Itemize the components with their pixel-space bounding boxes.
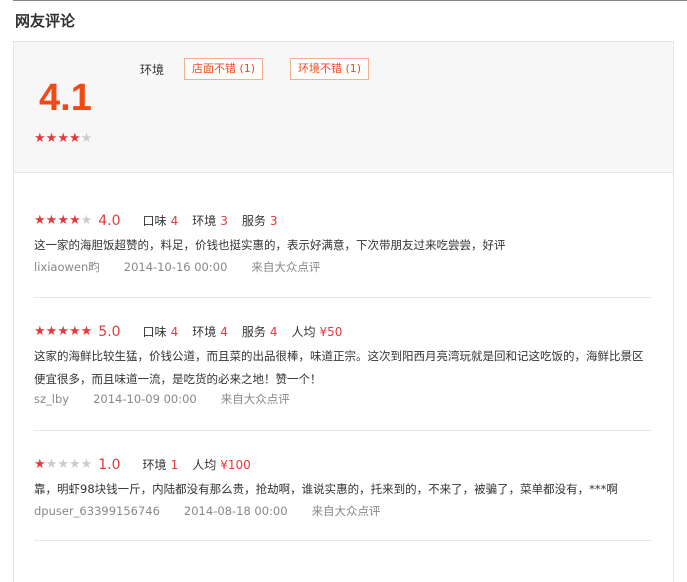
review-star-rating: ★★★★★ — [34, 325, 92, 338]
star-empty-icon: ★ — [45, 457, 58, 472]
review-user[interactable]: sz_lby — [34, 392, 69, 406]
dim-taste: 口味 4 — [142, 214, 179, 228]
star-empty-icon: ★ — [57, 457, 69, 472]
dim-per-person: 人均 ¥50 — [291, 325, 343, 339]
dim-service: 服务 3 — [241, 214, 278, 228]
dim-environment: 环境 3 — [192, 214, 228, 228]
review-source: 来自大众点评 — [220, 392, 290, 406]
review-date: 2014-08-18 00:00 — [183, 504, 288, 518]
review-source: 来自大众点评 — [311, 504, 381, 518]
reviews-panel: 4.1 ★★★★★ 环境 店面不错 (1) 环境不错 (1) ★★★★★ 4.0 口… — [13, 41, 674, 582]
star-filled-icon: ★ — [34, 324, 46, 339]
overall-score: 4.1 — [39, 77, 92, 119]
star-filled-icon: ★ — [68, 213, 81, 228]
review-source: 来自大众点评 — [251, 260, 321, 274]
review-score: 1.0 — [98, 456, 121, 473]
review-score: 5.0 — [98, 323, 121, 340]
star-empty-icon: ★ — [80, 131, 93, 146]
star-empty-icon: ★ — [80, 213, 93, 228]
rating-summary: 4.1 ★★★★★ 环境 店面不错 (1) 环境不错 (1) — [14, 42, 673, 173]
star-empty-icon: ★ — [80, 457, 93, 472]
tag-environment-good[interactable]: 环境不错 (1) — [290, 58, 370, 80]
star-filled-icon: ★ — [34, 213, 46, 228]
review-meta: lixiaowen畇 2014-10-16 00:00 来自大众点评 — [34, 259, 344, 275]
star-filled-icon: ★ — [45, 131, 58, 146]
star-filled-icon: ★ — [34, 457, 46, 472]
star-filled-icon: ★ — [45, 324, 58, 339]
review-date: 2014-10-09 00:00 — [93, 392, 197, 406]
review-divider — [34, 430, 652, 431]
star-filled-icon: ★ — [80, 324, 93, 339]
tag-category-label: 环境 — [140, 63, 165, 77]
review-user[interactable]: dpuser_63399156746 — [34, 504, 160, 518]
dim-service: 服务 4 — [241, 325, 278, 339]
review-text: 靠，明虾98块钱一斤，内陆都没有那么贵，抢劫啊，谁说实惠的，托来到的，不来了，被… — [34, 482, 618, 496]
review-star-rating: ★★★★★ — [34, 214, 92, 227]
review-text: 这家的海鲜比较生猛，价钱公道，而且菜的出品很棒，味道正宗。这次到阳西月亮湾玩就是… — [34, 349, 644, 386]
top-divider — [13, 0, 687, 1]
dim-environment: 环境 4 — [192, 325, 228, 339]
review-user[interactable]: lixiaowen畇 — [34, 260, 100, 274]
review-score: 4.0 — [98, 212, 121, 229]
star-filled-icon: ★ — [45, 213, 58, 228]
review-meta: dpuser_63399156746 2014-08-18 00:00 来自大众点评 — [34, 503, 405, 519]
review-date: 2014-10-16 00:00 — [123, 260, 228, 274]
star-filled-icon: ★ — [68, 131, 81, 146]
star-filled-icon: ★ — [57, 131, 69, 146]
star-filled-icon: ★ — [57, 324, 69, 339]
review-star-rating: ★★★★★ — [34, 458, 92, 471]
star-filled-icon: ★ — [68, 324, 81, 339]
star-empty-icon: ★ — [68, 457, 81, 472]
dim-per-person: 人均 ¥100 — [192, 458, 251, 472]
review-header: ★★★★★ 5.0 口味 4 环境 4 服务 4 人均 ¥50 — [34, 323, 356, 340]
review-header: ★★★★★ 4.0 口味 4 环境 3 服务 3 — [34, 212, 292, 229]
star-filled-icon: ★ — [57, 213, 69, 228]
section-title: 网友评论 — [15, 12, 76, 30]
review-meta: sz_lby 2014-10-09 00:00 来自大众点评 — [34, 391, 314, 407]
dim-environment: 环境 1 — [142, 458, 179, 472]
review-divider — [34, 297, 652, 298]
tag-store-good[interactable]: 店面不错 (1) — [184, 58, 264, 80]
review-header: ★★★★★ 1.0 环境 1 人均 ¥100 — [34, 456, 265, 473]
star-filled-icon: ★ — [34, 131, 46, 146]
dim-taste: 口味 4 — [142, 325, 179, 339]
review-divider — [34, 540, 652, 541]
overall-star-rating: ★★★★★ — [34, 132, 92, 145]
review-text: 这一家的海胆饭超赞的，料足，价钱也挺实惠的，表示好满意，下次带朋友过来吃尝尝，好… — [34, 238, 506, 252]
